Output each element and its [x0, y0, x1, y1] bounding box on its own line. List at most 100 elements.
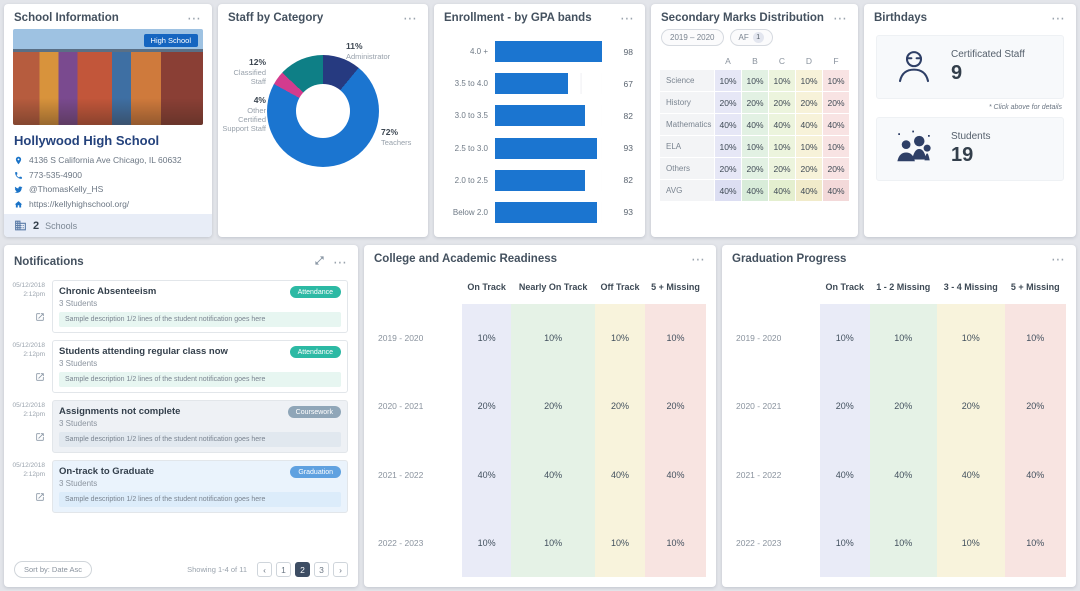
share-icon[interactable] [35, 489, 45, 507]
notification-date: 05/12/2018 [12, 462, 45, 471]
notification-card[interactable]: Chronic Absenteeism 3 Students Attendanc… [52, 280, 348, 333]
bar-track [495, 73, 602, 94]
college-cell: 20% [645, 372, 706, 440]
more-menu-icon[interactable]: ⋯ [1051, 255, 1066, 263]
share-icon[interactable] [35, 429, 45, 447]
school-website-link[interactable]: https://kellyhighschool.org/ [29, 199, 129, 210]
expand-icon[interactable] [314, 253, 325, 271]
page-button-2[interactable]: 2 [295, 562, 310, 577]
year-label: 2021 - 2022 [732, 441, 820, 509]
more-menu-icon[interactable]: ⋯ [403, 14, 418, 22]
school-address: 4136 S California Ave Chicago, IL 60632 [29, 155, 182, 166]
col-header: 5 + Missing [645, 270, 706, 304]
more-menu-icon[interactable]: ⋯ [691, 255, 706, 263]
notification-meta: 05/12/2018 2:12pm [10, 340, 48, 393]
card-enrollment-gpa-bands: Enrollment - by GPA bands ⋯ 4.0 + 98 3.5… [434, 4, 645, 237]
notification-time: 2:12pm [23, 411, 45, 420]
tile-count: 19 [951, 144, 990, 167]
af-filter-chip[interactable]: AF1 [730, 29, 773, 46]
next-page-button[interactable]: › [333, 562, 348, 577]
school-name: Hollywood High School [4, 125, 212, 153]
page-button-1[interactable]: 1 [276, 562, 291, 577]
card-header: Secondary Marks Distribution ⋯ [651, 4, 858, 29]
college-cell: 10% [462, 509, 511, 577]
college-cell: 10% [645, 509, 706, 577]
college-table: On Track Nearly On Track Off Track 5 + M… [374, 270, 706, 577]
notification-item: 05/12/2018 2:12pm Chronic Absenteeism 3 … [10, 280, 348, 333]
college-row: 2020 - 2021 20% 20% 20% 20% [374, 372, 706, 440]
students-birthdays-tile[interactable]: Students 19 [876, 117, 1064, 181]
marks-cell: 10% [823, 70, 849, 91]
phone-icon [14, 171, 23, 180]
corner-cell [660, 53, 714, 69]
school-photo: High School [13, 29, 203, 125]
certificated-staff-birthdays-tile[interactable]: Certificated Staff 9 [876, 35, 1064, 99]
share-icon[interactable] [35, 309, 45, 327]
birthdays-note: * Click above for details [876, 99, 1064, 117]
page-button-3[interactable]: 3 [314, 562, 329, 577]
enrollment-bar[interactable] [495, 73, 568, 94]
notification-card[interactable]: On-track to Graduate 3 Students Graduati… [52, 460, 348, 513]
bar-row: 2.0 to 2.5 82 [444, 166, 633, 195]
notification-card[interactable]: Assignments not complete 3 Students Cour… [52, 400, 348, 453]
enrollment-bar[interactable] [495, 41, 602, 62]
col-header: 1 - 2 Missing [870, 270, 938, 304]
year-label: 2022 - 2023 [374, 509, 462, 577]
card-school-information: School Information ⋯ High School Hollywo… [4, 4, 212, 237]
school-twitter-handle[interactable]: @ThomasKelly_HS [29, 184, 103, 195]
enrollment-bar[interactable] [495, 202, 597, 223]
enrollment-bar[interactable] [495, 170, 585, 191]
college-table-wrap: On Track Nearly On Track Off Track 5 + M… [364, 270, 716, 587]
enrollment-bar-chart: 4.0 + 98 3.5 to 4.0 67 3.0 to 3.5 82 2.5… [434, 29, 645, 237]
notification-title: On-track to Graduate [59, 466, 154, 477]
schools-label: Schools [45, 221, 77, 231]
enrollment-bar[interactable] [495, 138, 597, 159]
bottom-row: Notifications ⋯ 05/12/2018 2:12pm [4, 245, 1076, 587]
college-cell: 10% [595, 509, 645, 577]
col-header: A [715, 53, 741, 69]
marks-cell: 20% [796, 92, 822, 113]
graduation-cell: 10% [870, 509, 938, 577]
corner-cell [374, 270, 462, 304]
enrollment-bar[interactable] [495, 105, 585, 126]
schools-count-bar[interactable]: 2 Schools [4, 214, 212, 237]
col-header: On Track [820, 270, 870, 304]
notification-card[interactable]: Students attending regular class now 3 S… [52, 340, 348, 393]
marks-row: ELA 10% 10% 10% 10% 10% [660, 136, 849, 157]
college-cell: 20% [462, 372, 511, 440]
notification-time: 2:12pm [23, 351, 45, 360]
tile-label: Certificated Staff [951, 49, 1025, 60]
prev-page-button[interactable]: ‹ [257, 562, 272, 577]
year-filter-chip[interactable]: 2019 – 2020 [661, 29, 724, 46]
marks-cell: 20% [769, 158, 795, 179]
year-label: 2020 - 2021 [374, 372, 462, 440]
category-badge: Coursework [288, 406, 341, 418]
more-menu-icon[interactable]: ⋯ [833, 14, 848, 22]
showing-count: Showing 1-4 of 11 [187, 565, 247, 574]
share-icon[interactable] [35, 369, 45, 387]
staff-donut-chart[interactable] [267, 55, 379, 167]
card-header: Birthdays ⋯ [864, 4, 1076, 29]
notification-title: Students attending regular class now [59, 346, 228, 357]
graduation-cell: 20% [820, 372, 870, 440]
school-type-badge: High School [144, 34, 198, 47]
more-menu-icon[interactable]: ⋯ [187, 14, 202, 22]
bar-category-label: 4.0 + [444, 47, 488, 56]
category-badge: Attendance [290, 286, 341, 298]
more-menu-icon[interactable]: ⋯ [333, 258, 348, 266]
notification-date: 05/12/2018 [12, 282, 45, 291]
bar-row: 3.5 to 4.0 67 [444, 69, 633, 98]
notification-students: 3 Students [59, 419, 180, 428]
college-cell: 40% [511, 441, 595, 509]
card-birthdays: Birthdays ⋯ Certificated Staff 9 * Click… [864, 4, 1076, 237]
birthdays-body: Certificated Staff 9 * Click above for d… [864, 29, 1076, 237]
bar-category-label: 3.5 to 4.0 [444, 79, 488, 88]
filter-count-badge: 1 [753, 32, 764, 43]
marks-cell: 40% [715, 114, 741, 135]
more-menu-icon[interactable]: ⋯ [620, 14, 635, 22]
marks-cell: 20% [715, 92, 741, 113]
donut-label-classified-staff: 12% Classified Staff [220, 57, 266, 86]
sort-by-button[interactable]: Sort by: Date Asc [14, 561, 92, 578]
bar-value: 93 [609, 143, 633, 153]
more-menu-icon[interactable]: ⋯ [1051, 14, 1066, 22]
